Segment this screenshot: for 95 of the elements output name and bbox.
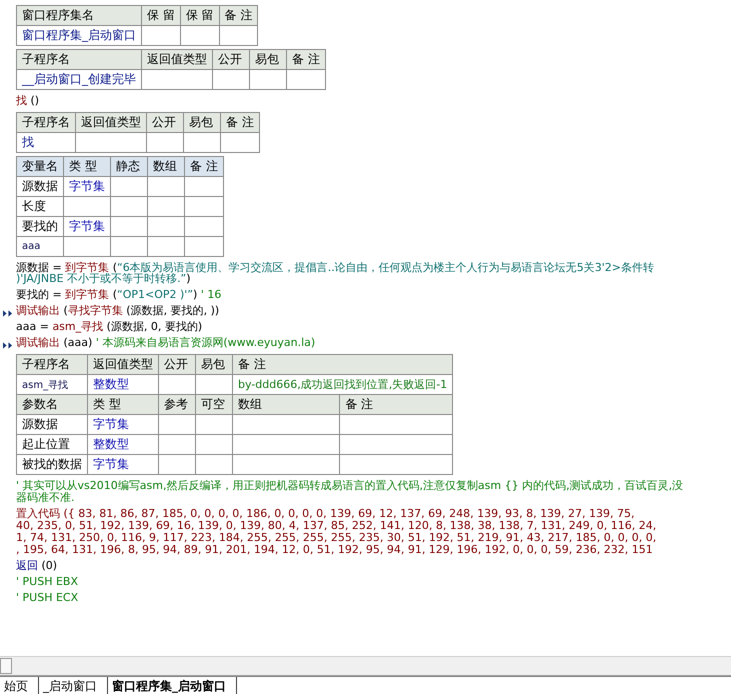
empty-cell (148, 196, 184, 216)
header-cell: 公开 (212, 50, 250, 70)
header-cell: 数组 (148, 156, 184, 176)
header-cell: 易包 (184, 112, 220, 132)
table-cell: 字节集 (64, 176, 110, 196)
header-cell: 易包 (250, 50, 286, 70)
empty-cell (110, 176, 148, 196)
header-cell: 类 型 (88, 394, 158, 414)
header-cell: 备 注 (286, 50, 326, 70)
header-cell: 子程序名 (16, 50, 142, 70)
header-cell: 备 注 (232, 354, 453, 374)
tab[interactable]: 始页 (0, 677, 39, 694)
empty-cell (184, 236, 224, 256)
code-line: 返回 (0) (16, 560, 58, 572)
empty-cell (148, 236, 184, 256)
table-cell: 源数据 (16, 414, 88, 434)
header-cell: 类 型 (64, 156, 110, 176)
header-cell: 参数名 (16, 394, 88, 414)
table-cell: 字节集 (88, 414, 158, 434)
header-cell: 子程序名 (16, 112, 76, 132)
empty-cell (64, 196, 110, 216)
table-cell: 长度 (16, 196, 64, 216)
code-line: ' 其实可以从vs2010编写asm,然后反编译，用正则把机器码转成易语言的置入代码,注意仅复制asm {} 内的代码,测试成功，百试百灵,没 (16, 480, 684, 492)
code-line: , 195, 64, 131, 196, 8, 95, 94, 89, 91, 201, 194, 12, 0, 51, 192, 95, 94, 91, 129, 196, 192, 0, 0, 0, 59, 236, 232, 151 (16, 544, 654, 556)
code-line: 器码准不准. (16, 492, 76, 504)
empty-cell (286, 70, 326, 90)
empty-cell (180, 26, 220, 46)
table-cell: 找 (16, 132, 76, 152)
code-line: 调试输出 (寻找字节集 (源数据, 要找的, )) (16, 305, 220, 317)
header-cell: 公开 (146, 112, 184, 132)
empty-cell (158, 434, 196, 454)
header-cell: 公开 (158, 354, 196, 374)
header-cell: 返回值类型 (76, 112, 146, 132)
header-cell: 易包 (196, 354, 232, 374)
table-cell: __启动窗口_创建完毕 (16, 70, 142, 90)
empty-cell (110, 196, 148, 216)
table-cell: aaa (16, 236, 64, 256)
code-line: )'JA/JNBE 不小于或不等于时转移.”) (16, 273, 191, 285)
code-line: ' PUSH EBX (16, 576, 78, 588)
table-cell: 被找的数据 (16, 454, 88, 474)
empty-cell (212, 70, 250, 90)
empty-cell (196, 454, 232, 474)
table-cell: 字节集 (88, 454, 158, 474)
empty-cell (146, 132, 184, 152)
empty-cell (142, 70, 212, 90)
empty-cell (184, 176, 224, 196)
code-line: aaa = asm_寻找 (源数据, 0, 要找的) (16, 321, 202, 333)
table-cell: 整数型 (88, 434, 158, 454)
header-cell: 备 注 (184, 156, 224, 176)
empty-cell (219, 26, 258, 46)
empty-cell (148, 216, 184, 236)
empty-cell (196, 414, 232, 434)
empty-cell (158, 414, 196, 434)
empty-cell (76, 132, 146, 152)
table-cell: 要找的 (16, 216, 64, 236)
header-cell: 返回值类型 (88, 354, 158, 374)
table-cell: 字节集 (64, 216, 110, 236)
table-cell: 源数据 (16, 176, 64, 196)
empty-cell (110, 216, 148, 236)
empty-cell (184, 132, 220, 152)
header-cell: 变量名 (16, 156, 64, 176)
header-cell: 备 注 (340, 394, 453, 414)
header-cell: 可空 (196, 394, 232, 414)
empty-cell (148, 176, 184, 196)
header-cell: 参考 (158, 394, 196, 414)
header-cell: 返回值类型 (142, 50, 212, 70)
code-line: 1, 74, 131, 250, 0, 116, 9, 117, 223, 184, 255, 255, 255, 255, 235, 30, 51, 192, 51, 219, 91, 43, 217, 185, 0, 0, 0, 0, (16, 532, 656, 544)
header-cell: 静态 (110, 156, 148, 176)
header-cell: 保 留 (142, 6, 180, 26)
empty-cell (196, 434, 232, 454)
code-line: 调试输出 (aaa) ' 本源码来自易语言资源网(www.eyuyan.la) (16, 337, 316, 349)
header-cell: 保 留 (180, 6, 220, 26)
code-line: 要找的 = 到字节集 (“OP1<OP2 )'”) ' 16 (16, 289, 222, 301)
scroll-button[interactable] (0, 658, 12, 674)
header-cell: 数组 (232, 394, 340, 414)
code-line: 40, 235, 0, 51, 192, 139, 69, 16, 139, 0, 139, 80, 4, 137, 85, 252, 141, 120, 8, 138, 38, 138, 7, 131, 249, 0, 116, 24, (16, 520, 656, 532)
empty-cell (250, 70, 286, 90)
empty-cell (64, 236, 110, 256)
code-line: 找 () (16, 95, 40, 107)
header-cell: 子程序名 (16, 354, 88, 374)
empty-cell (184, 216, 224, 236)
empty-cell (110, 236, 148, 256)
code-line: ' PUSH ECX (16, 592, 78, 604)
header-cell: 备 注 (219, 6, 258, 26)
horizontal-scrollbar[interactable] (0, 656, 731, 676)
header-cell: 备 注 (220, 112, 260, 132)
empty-cell (220, 132, 260, 152)
table-cell: 起止位置 (16, 434, 88, 454)
code-line: 源数据 = 到字节集 (“6本版为易语言使用、学习交流区，提倡言..论自由，任何观点为楼主个人行为与易语言论坛无5关3'2>条件转 (16, 262, 654, 274)
table-cell: 窗口程序集_启动窗口 (16, 26, 142, 46)
empty-cell (184, 196, 224, 216)
empty-cell (158, 454, 196, 474)
code-line: 置入代码 ({ 83, 81, 86, 87, 185, 0, 0, 0, 0, 186, 0, 0, 0, 0, 139, 69, 12, 137, 69, 248, 139, 93, 8, 139, 27, 139, 75, (16, 508, 636, 520)
header-cell: 窗口程序集名 (16, 6, 142, 26)
empty-cell (142, 26, 180, 46)
